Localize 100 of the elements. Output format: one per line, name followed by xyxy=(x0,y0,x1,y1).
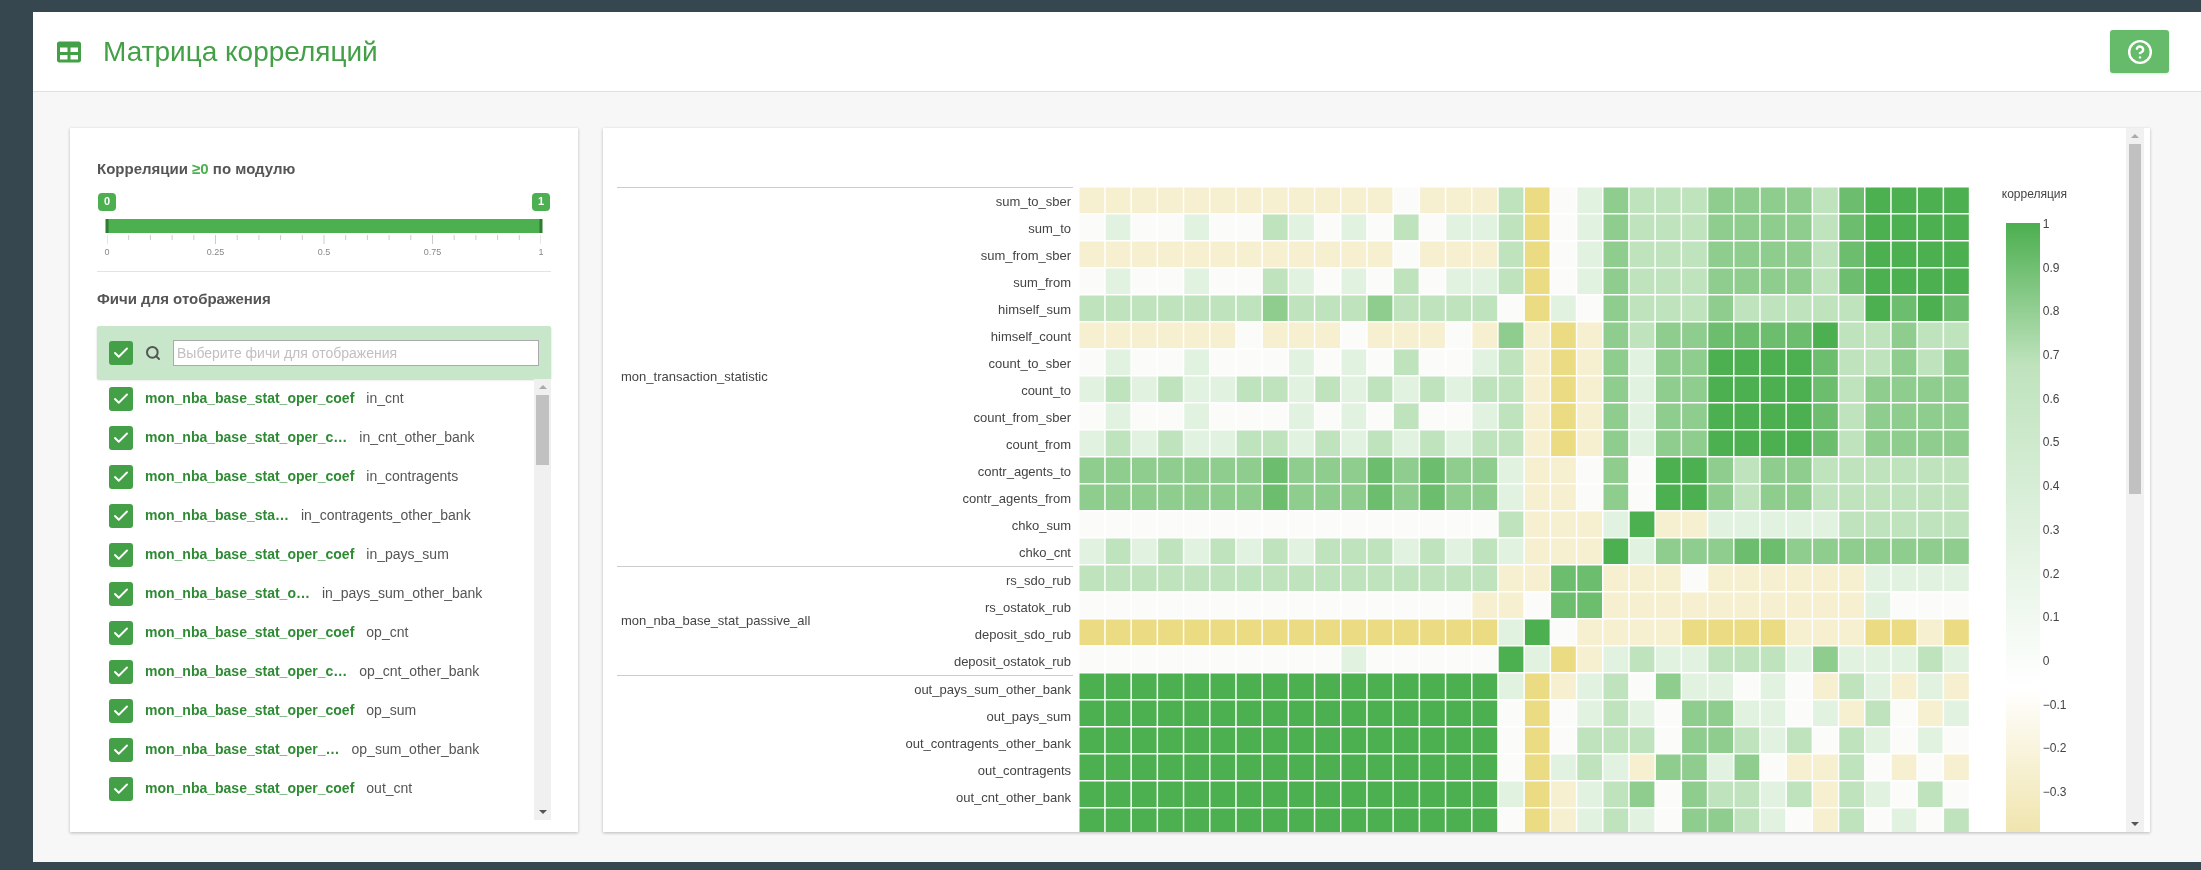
row-label: sum_to_sber xyxy=(995,193,1071,211)
feature-name: op_cnt xyxy=(366,623,409,642)
colorbar-title: корреляция xyxy=(2001,186,2069,203)
feature-group: mon_nba_base_stat_oper_c… xyxy=(145,427,348,448)
group-label: mon_nba_base_stat_passive_all xyxy=(621,612,811,631)
feature-name: in_cnt xyxy=(366,389,404,408)
row-label: count_from xyxy=(1005,436,1071,454)
row-label: rs_sdo_rub xyxy=(1005,572,1071,590)
feature-name: in_contragents_other_bank xyxy=(300,506,471,525)
search-field[interactable]: Выберите фичи для отображения xyxy=(173,339,539,366)
row-label: himself_count xyxy=(990,328,1071,346)
row-label: out_pays_sum xyxy=(986,708,1071,726)
checkbox[interactable] xyxy=(109,340,133,365)
slider-tick-label: 0.25 xyxy=(205,245,226,259)
row-label: sum_from xyxy=(1013,274,1071,292)
checkbox[interactable] xyxy=(109,659,133,684)
checkbox[interactable] xyxy=(109,776,133,801)
scrollbar[interactable] xyxy=(534,379,551,820)
feature-item[interactable]: mon_nba_base_stat_oper_coef in_pays_sum xyxy=(109,535,534,574)
feature-item[interactable]: mon_nba_base_stat_oper_coef in_cnt xyxy=(109,379,534,418)
colorbar-tick-label: 0.1 xyxy=(2042,611,2061,627)
row-label: contr_agents_to xyxy=(977,463,1071,481)
colorbar-tick-label: −0.2 xyxy=(2042,742,2067,758)
feature-item[interactable]: mon_nba_base_stat_oper_coef op_sum xyxy=(109,691,534,730)
colorbar-tick-label: 0.3 xyxy=(2042,523,2061,539)
feature-item[interactable]: mon_nba_base_sta… in_contragents_other_bank xyxy=(109,496,534,535)
row-label: rs_ostatok_rub xyxy=(985,599,1071,617)
feature-group: mon_nba_base_stat_oper_coef xyxy=(145,388,355,409)
feature-name: in_pays_sum xyxy=(366,545,449,564)
row-label: sum_from_sber xyxy=(980,247,1071,265)
feature-name: op_sum xyxy=(366,701,417,720)
checkbox[interactable] xyxy=(109,542,133,567)
row-label: deposit_sdo_rub xyxy=(974,626,1071,644)
row-label: out_pays_sum_other_bank xyxy=(914,681,1071,699)
colorbar-tick-label: 0.4 xyxy=(2042,480,2061,496)
slider-tick-label: 1 xyxy=(537,245,545,259)
feature-group: mon_nba_base_sta… xyxy=(145,505,289,526)
colorbar-tick-label: −0.3 xyxy=(2042,785,2067,801)
slider-handle[interactable] xyxy=(105,218,109,233)
slider-value-badge: 1 xyxy=(532,192,550,211)
checkbox[interactable] xyxy=(109,425,133,450)
row-label: deposit_ostatok_rub xyxy=(953,653,1071,671)
slider-tick-label: 0 xyxy=(103,245,111,259)
help-button[interactable] xyxy=(2110,30,2169,73)
feature-item[interactable]: mon_nba_base_stat_oper_coef op_cnt xyxy=(109,613,534,652)
checkbox[interactable] xyxy=(109,737,133,762)
colorbar-tick-label: 0.8 xyxy=(2042,305,2061,321)
help-icon xyxy=(2126,38,2153,65)
colorbar-tick-label: 0.5 xyxy=(2042,436,2061,452)
page-title: Матрица корреляций xyxy=(103,34,378,69)
checkbox[interactable] xyxy=(109,386,133,411)
slider-tick-label: 0.5 xyxy=(316,245,332,259)
feature-group: mon_nba_base_stat_oper_… xyxy=(145,739,340,760)
slider-value-badge: 0 xyxy=(98,192,116,211)
feature-item[interactable]: mon_nba_base_stat_o… in_pays_sum_other_bank xyxy=(109,574,534,613)
search-icon xyxy=(145,344,161,361)
row-label: out_contragents xyxy=(977,762,1071,780)
slider-handle[interactable] xyxy=(539,218,543,233)
slider-track[interactable] xyxy=(107,218,541,233)
feature-name: in_contragents xyxy=(366,467,459,486)
row-label: chko_cnt xyxy=(1018,544,1071,562)
features-title: Фичи для отображения xyxy=(97,288,272,309)
feature-item[interactable]: mon_nba_base_stat_oper_c… in_cnt_other_bank xyxy=(109,418,534,457)
row-label: count_to_sber xyxy=(988,355,1071,373)
feature-group: mon_nba_base_stat_oper_coef xyxy=(145,700,355,721)
feature-group: mon_nba_base_stat_oper_c… xyxy=(145,661,348,682)
row-label: contr_agents_from xyxy=(962,490,1071,508)
feature-group: mon_nba_base_stat_o… xyxy=(145,583,310,604)
colorbar-tick-label: 0.6 xyxy=(2042,392,2061,408)
feature-name: op_sum_other_bank xyxy=(351,740,480,759)
colorbar-tick-label: −0.1 xyxy=(2042,698,2067,714)
feature-name: out_cnt xyxy=(366,779,413,798)
colorbar-tick-label: 0.7 xyxy=(2042,349,2061,365)
filter-title: Корреляции ≥0 по модулю xyxy=(97,159,297,179)
row-label: count_to xyxy=(1021,382,1071,400)
feature-group: mon_nba_base_stat_oper_coef xyxy=(145,622,355,643)
feature-item[interactable]: mon_nba_base_stat_oper_… op_sum_other_bank xyxy=(109,730,534,769)
feature-item[interactable]: mon_nba_base_stat_oper_coef out_cnt xyxy=(109,769,534,808)
feature-group: mon_nba_base_stat_oper_coef xyxy=(145,466,355,487)
row-label: himself_sum xyxy=(998,301,1071,319)
feature-group: mon_nba_base_stat_oper_coef xyxy=(145,778,355,799)
feature-item[interactable]: mon_nba_base_stat_oper_c… op_cnt_other_bank xyxy=(109,652,534,691)
feature-name: op_cnt_other_bank xyxy=(359,662,480,681)
checkbox[interactable] xyxy=(109,581,133,606)
checkbox[interactable] xyxy=(109,503,133,528)
colorbar-tick-label: 0.2 xyxy=(2042,567,2061,583)
scrollbar[interactable] xyxy=(2126,128,2144,832)
row-label: sum_to xyxy=(1028,220,1071,238)
feature-group: mon_nba_base_stat_oper_coef xyxy=(145,544,355,565)
checkbox[interactable] xyxy=(109,464,133,489)
feature-name: in_pays_sum_other_bank xyxy=(321,584,483,603)
table-icon xyxy=(57,39,81,64)
feature-item[interactable]: mon_nba_base_stat_oper_coef in_contragents xyxy=(109,457,534,496)
checkbox[interactable] xyxy=(109,698,133,723)
group-label: mon_transaction_statistic xyxy=(621,368,768,387)
colorbar-tick-label: 0.9 xyxy=(2042,261,2061,277)
slider-tick-label: 0.75 xyxy=(422,245,443,259)
row-label: out_cnt_other_bank xyxy=(956,789,1071,807)
row-label: chko_sum xyxy=(1011,517,1071,535)
checkbox[interactable] xyxy=(109,620,133,645)
